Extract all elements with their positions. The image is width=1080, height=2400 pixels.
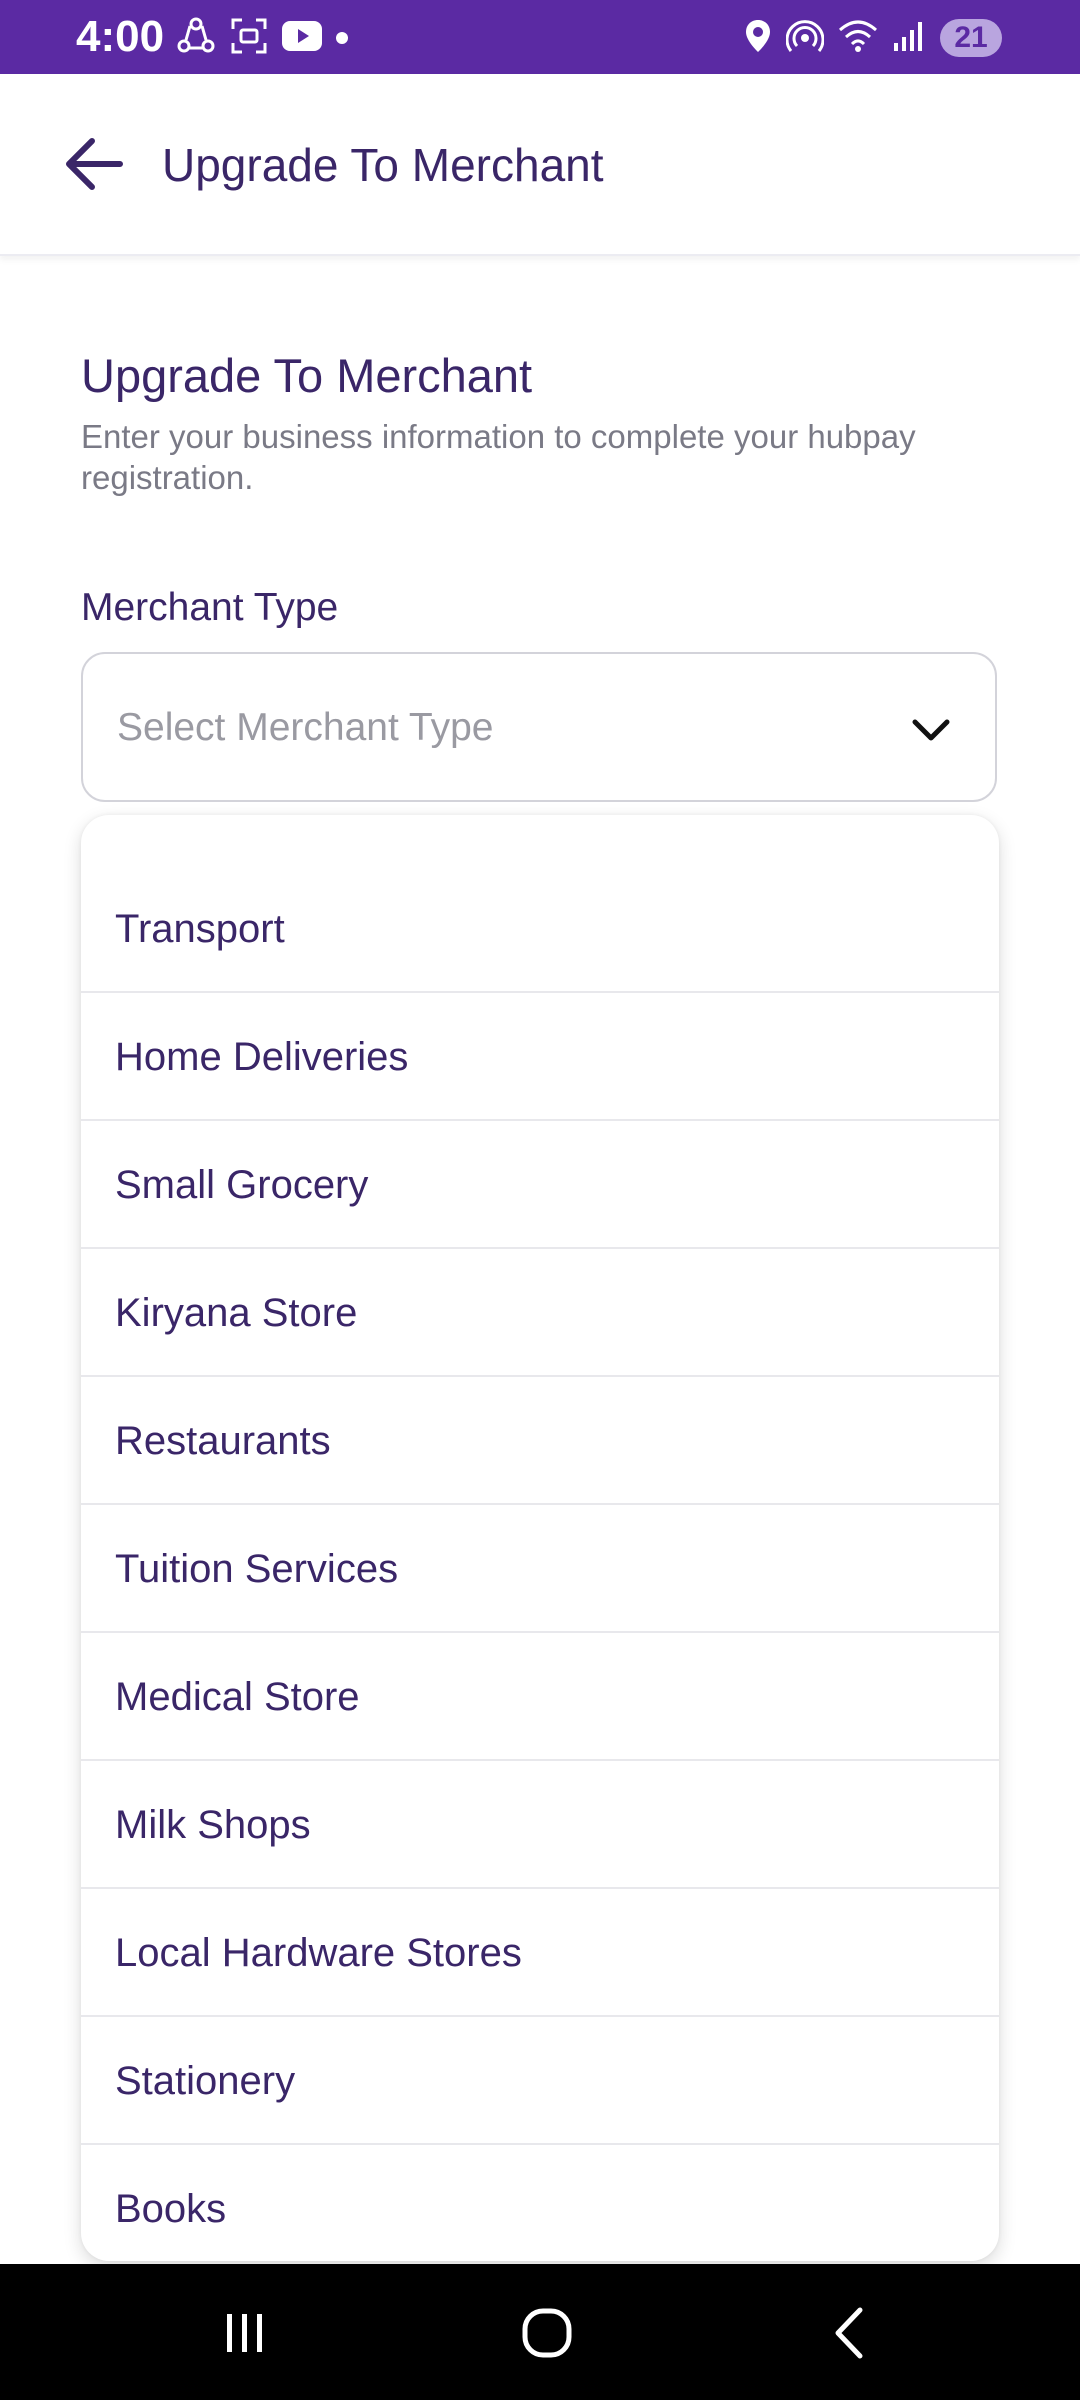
nav-back-button[interactable]: [814, 2298, 884, 2368]
dropdown-option-label: Milk Shops: [115, 1803, 311, 1847]
dropdown-option-label: Tuition Services: [115, 1547, 399, 1591]
screenshot-icon: [230, 17, 268, 60]
battery-indicator: 21: [940, 19, 1002, 57]
dropdown-option-home-deliveries[interactable]: Home Deliveries: [81, 993, 999, 1121]
merchant-type-dropdown: Transport Home Deliveries Small Grocery …: [81, 815, 999, 2261]
status-left-icons: [176, 17, 348, 56]
home-button[interactable]: [512, 2298, 582, 2368]
home-icon: [522, 2308, 572, 2358]
hotspot-icon: [785, 18, 825, 59]
dropdown-option-small-grocery[interactable]: Small Grocery: [81, 1121, 999, 1249]
dropdown-option-label: Medical Store: [115, 1675, 360, 1719]
status-time: 4:00: [76, 12, 165, 61]
dropdown-option-label: Home Deliveries: [115, 1035, 409, 1079]
screen: 4:00 21 Upgrade To Merchant Upgrade To M…: [0, 0, 1080, 2400]
chevron-down-icon: [912, 719, 950, 741]
system-nav-bar: [0, 2264, 1080, 2400]
app-bar: Upgrade To Merchant: [0, 74, 1080, 256]
dropdown-option-label: Transport: [115, 907, 285, 951]
dropdown-option-books[interactable]: Books: [81, 2145, 999, 2261]
status-bar: 4:00 21: [0, 0, 1080, 74]
app-bar-title: Upgrade To Merchant: [162, 139, 604, 191]
wifi-icon: [838, 20, 878, 57]
merchant-type-label: Merchant Type: [81, 586, 339, 629]
sync-icon: [176, 16, 216, 61]
dropdown-option-kiryana-store[interactable]: Kiryana Store: [81, 1249, 999, 1377]
status-right-icons: 21: [744, 18, 1002, 58]
dropdown-option-medical-store[interactable]: Medical Store: [81, 1633, 999, 1761]
back-button[interactable]: [56, 126, 132, 202]
recents-icon: [227, 2314, 262, 2352]
dropdown-option-stationery[interactable]: Stationery: [81, 2017, 999, 2145]
youtube-icon: [282, 20, 322, 56]
location-icon: [744, 18, 772, 59]
notification-dot-icon: [336, 32, 348, 44]
dropdown-option-label: Stationery: [115, 2059, 296, 2103]
dropdown-option-restaurants[interactable]: Restaurants: [81, 1377, 999, 1505]
dropdown-option-label: Books: [115, 2187, 227, 2231]
page-title: Upgrade To Merchant: [81, 349, 533, 402]
dropdown-option-transport[interactable]: Transport: [81, 865, 999, 993]
dropdown-option-local-hardware-stores[interactable]: Local Hardware Stores: [81, 1889, 999, 2017]
arrow-left-icon: [66, 138, 123, 190]
merchant-type-select[interactable]: Select Merchant Type: [81, 652, 997, 802]
dropdown-option-label: Restaurants: [115, 1419, 331, 1463]
back-chevron-icon: [835, 2307, 863, 2359]
dropdown-option-tuition-services[interactable]: Tuition Services: [81, 1505, 999, 1633]
page-subtitle: Enter your business information to compl…: [81, 418, 916, 496]
dropdown-option-label: Small Grocery: [115, 1163, 369, 1207]
merchant-type-placeholder: Select Merchant Type: [117, 706, 494, 749]
dropdown-option-label: Kiryana Store: [115, 1291, 358, 1335]
dropdown-option-label: Local Hardware Stores: [115, 1931, 522, 1975]
recents-button[interactable]: [210, 2298, 280, 2368]
dropdown-option-milk-shops[interactable]: Milk Shops: [81, 1761, 999, 1889]
signal-icon: [892, 19, 926, 58]
